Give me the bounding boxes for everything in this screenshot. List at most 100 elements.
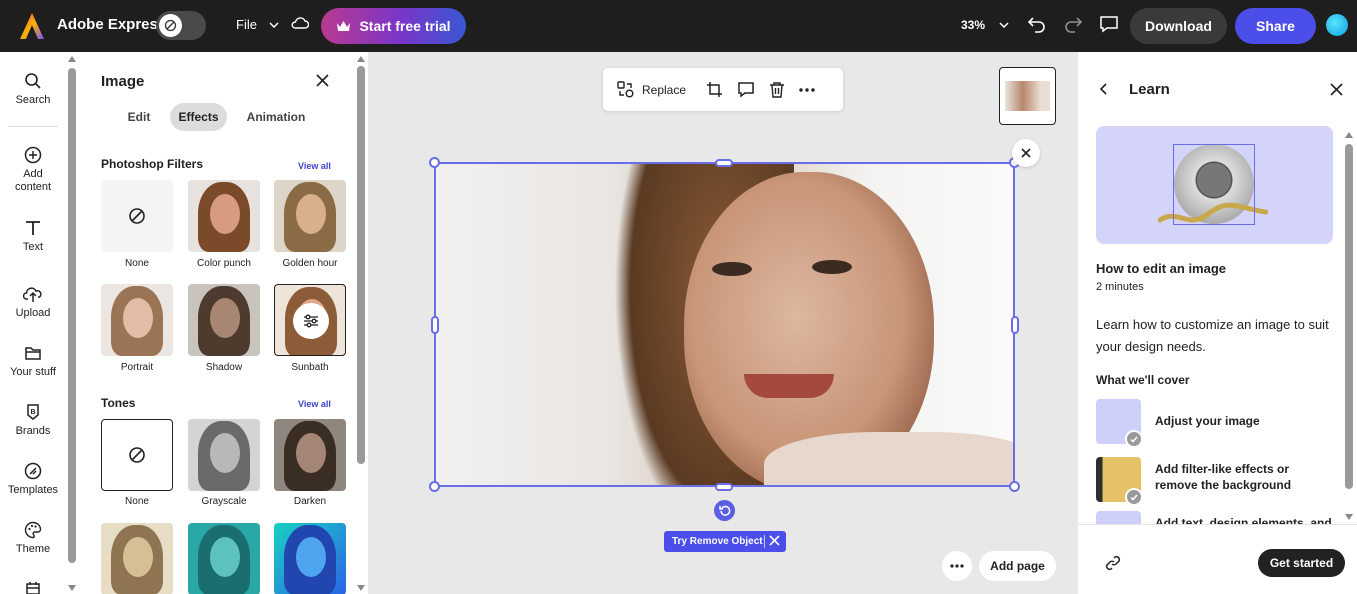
filter-none-tile[interactable] bbox=[101, 180, 173, 252]
selection-box bbox=[434, 162, 1015, 487]
resize-handle-top-left[interactable] bbox=[429, 157, 440, 168]
rail-add-content[interactable]: Add content bbox=[0, 146, 66, 194]
scroll-up-arrow[interactable] bbox=[68, 56, 76, 62]
face-thumbnail bbox=[188, 180, 260, 252]
try-remove-object-chip[interactable]: Try Remove Object bbox=[664, 531, 786, 552]
rail-upload[interactable]: Upload bbox=[0, 285, 66, 320]
rail-search[interactable]: Search bbox=[0, 72, 66, 107]
filter-color-punch-tile[interactable] bbox=[188, 180, 260, 252]
more-icon[interactable] bbox=[799, 87, 815, 92]
quick-toggle[interactable] bbox=[156, 11, 206, 40]
chevron-down-icon bbox=[999, 22, 1009, 28]
section-title: Tones bbox=[101, 396, 136, 410]
rail-text[interactable]: Text bbox=[0, 219, 66, 254]
scroll-up-arrow[interactable] bbox=[1345, 132, 1353, 138]
tab-edit[interactable]: Edit bbox=[118, 103, 160, 131]
scrollbar-thumb[interactable] bbox=[1345, 144, 1353, 489]
scrollbar-thumb[interactable] bbox=[357, 66, 365, 464]
view-all-link[interactable]: View all bbox=[298, 399, 331, 409]
templates-icon bbox=[24, 462, 42, 480]
rail-calendar[interactable] bbox=[0, 580, 66, 594]
resize-handle-bottom-left[interactable] bbox=[429, 481, 440, 492]
adobe-express-logo-icon[interactable] bbox=[20, 13, 44, 39]
tone-warm-tile[interactable] bbox=[101, 523, 173, 594]
cloud-icon[interactable] bbox=[291, 16, 309, 30]
palette-icon bbox=[24, 521, 42, 539]
folder-icon bbox=[25, 347, 41, 360]
close-icon[interactable] bbox=[769, 535, 780, 546]
tab-animation[interactable]: Animation bbox=[242, 103, 310, 131]
tone-darken-tile[interactable] bbox=[274, 419, 346, 491]
cover-item-thumb[interactable] bbox=[1096, 511, 1142, 524]
get-started-button[interactable]: Get started bbox=[1258, 549, 1345, 577]
resize-handle-left[interactable] bbox=[431, 316, 439, 334]
scrollbar-thumb[interactable] bbox=[68, 68, 76, 563]
file-label: File bbox=[236, 17, 257, 32]
image-panel: Image Edit Effects Animation Photoshop F… bbox=[78, 52, 354, 594]
cover-item-label[interactable]: Add filter-like effects or remove the ba… bbox=[1155, 461, 1335, 493]
filter-golden-hour-tile[interactable] bbox=[274, 180, 346, 252]
rail-your-stuff[interactable]: Your stuff bbox=[0, 344, 66, 379]
app-name[interactable]: Adobe Express bbox=[57, 16, 166, 33]
cover-item-thumb[interactable] bbox=[1096, 399, 1143, 448]
tone-blue-tile[interactable] bbox=[274, 523, 346, 594]
link-icon[interactable] bbox=[1105, 555, 1121, 571]
avatar[interactable] bbox=[1326, 14, 1348, 36]
rail-templates[interactable]: Templates bbox=[0, 462, 66, 497]
file-menu[interactable]: File bbox=[236, 17, 279, 32]
add-page-button[interactable]: Add page bbox=[979, 551, 1056, 581]
comment-icon[interactable] bbox=[737, 81, 755, 98]
cover-item-label[interactable]: Add text, design elements, and bbox=[1155, 515, 1332, 524]
tab-effects[interactable]: Effects bbox=[170, 103, 227, 131]
cover-thumbnail bbox=[1096, 511, 1141, 524]
comment-icon[interactable] bbox=[1099, 15, 1119, 33]
panel-scrollbar[interactable] bbox=[354, 52, 368, 594]
rail-brands[interactable]: B Brands bbox=[0, 403, 66, 438]
resize-handle-bottom-right[interactable] bbox=[1009, 481, 1020, 492]
scroll-down-arrow[interactable] bbox=[68, 585, 76, 591]
face-thumbnail bbox=[188, 284, 260, 356]
adjust-button[interactable] bbox=[293, 303, 329, 339]
undo-icon[interactable] bbox=[1027, 15, 1047, 33]
close-icon[interactable] bbox=[316, 74, 329, 87]
rotate-button[interactable] bbox=[714, 500, 735, 521]
start-free-trial-button[interactable]: Start free trial bbox=[321, 8, 466, 44]
tone-teal-tile[interactable] bbox=[188, 523, 260, 594]
resize-handle-bottom[interactable] bbox=[715, 483, 733, 491]
replace-label: Replace bbox=[642, 82, 687, 97]
page-thumbnail[interactable] bbox=[999, 67, 1056, 125]
face-thumbnail bbox=[188, 523, 260, 594]
crop-icon[interactable] bbox=[706, 81, 723, 98]
rail-scrollbar[interactable] bbox=[66, 52, 78, 594]
page-more-button[interactable] bbox=[942, 551, 972, 581]
replace-button[interactable]: Replace bbox=[617, 81, 686, 98]
view-all-link[interactable]: View all bbox=[298, 161, 331, 171]
filter-shadow-tile[interactable] bbox=[188, 284, 260, 356]
download-button[interactable]: Download bbox=[1130, 8, 1227, 44]
filter-portrait-tile[interactable] bbox=[101, 284, 173, 356]
redo-icon[interactable] bbox=[1063, 15, 1083, 33]
section-title: Photoshop Filters bbox=[101, 157, 203, 171]
zoom-control[interactable]: 33% bbox=[961, 18, 1009, 32]
cover-thumbnail bbox=[1096, 457, 1143, 506]
rail-theme[interactable]: Theme bbox=[0, 521, 66, 556]
tone-grayscale-tile[interactable] bbox=[188, 419, 260, 491]
resize-handle-right[interactable] bbox=[1011, 316, 1019, 334]
canvas-area[interactable]: Replace Try Remove Object Add page bbox=[368, 52, 1078, 594]
trash-icon[interactable] bbox=[769, 81, 785, 98]
learn-scrollbar[interactable] bbox=[1344, 128, 1354, 523]
cover-item-label[interactable]: Adjust your image bbox=[1155, 413, 1260, 429]
rail-label: Your stuff bbox=[10, 366, 56, 378]
scroll-up-arrow[interactable] bbox=[357, 56, 365, 62]
scroll-down-arrow[interactable] bbox=[1345, 514, 1353, 520]
scroll-down-arrow[interactable] bbox=[357, 585, 365, 591]
chevron-left-icon[interactable] bbox=[1100, 83, 1108, 95]
sliders-icon bbox=[304, 314, 318, 328]
deselect-close-button[interactable] bbox=[1012, 139, 1040, 167]
close-icon[interactable] bbox=[1330, 83, 1343, 96]
resize-handle-top[interactable] bbox=[715, 159, 733, 167]
filter-sunbath-tile[interactable] bbox=[274, 284, 346, 356]
cover-item-thumb[interactable] bbox=[1096, 457, 1143, 506]
share-button[interactable]: Share bbox=[1235, 8, 1316, 44]
tone-none-tile[interactable] bbox=[101, 419, 173, 491]
